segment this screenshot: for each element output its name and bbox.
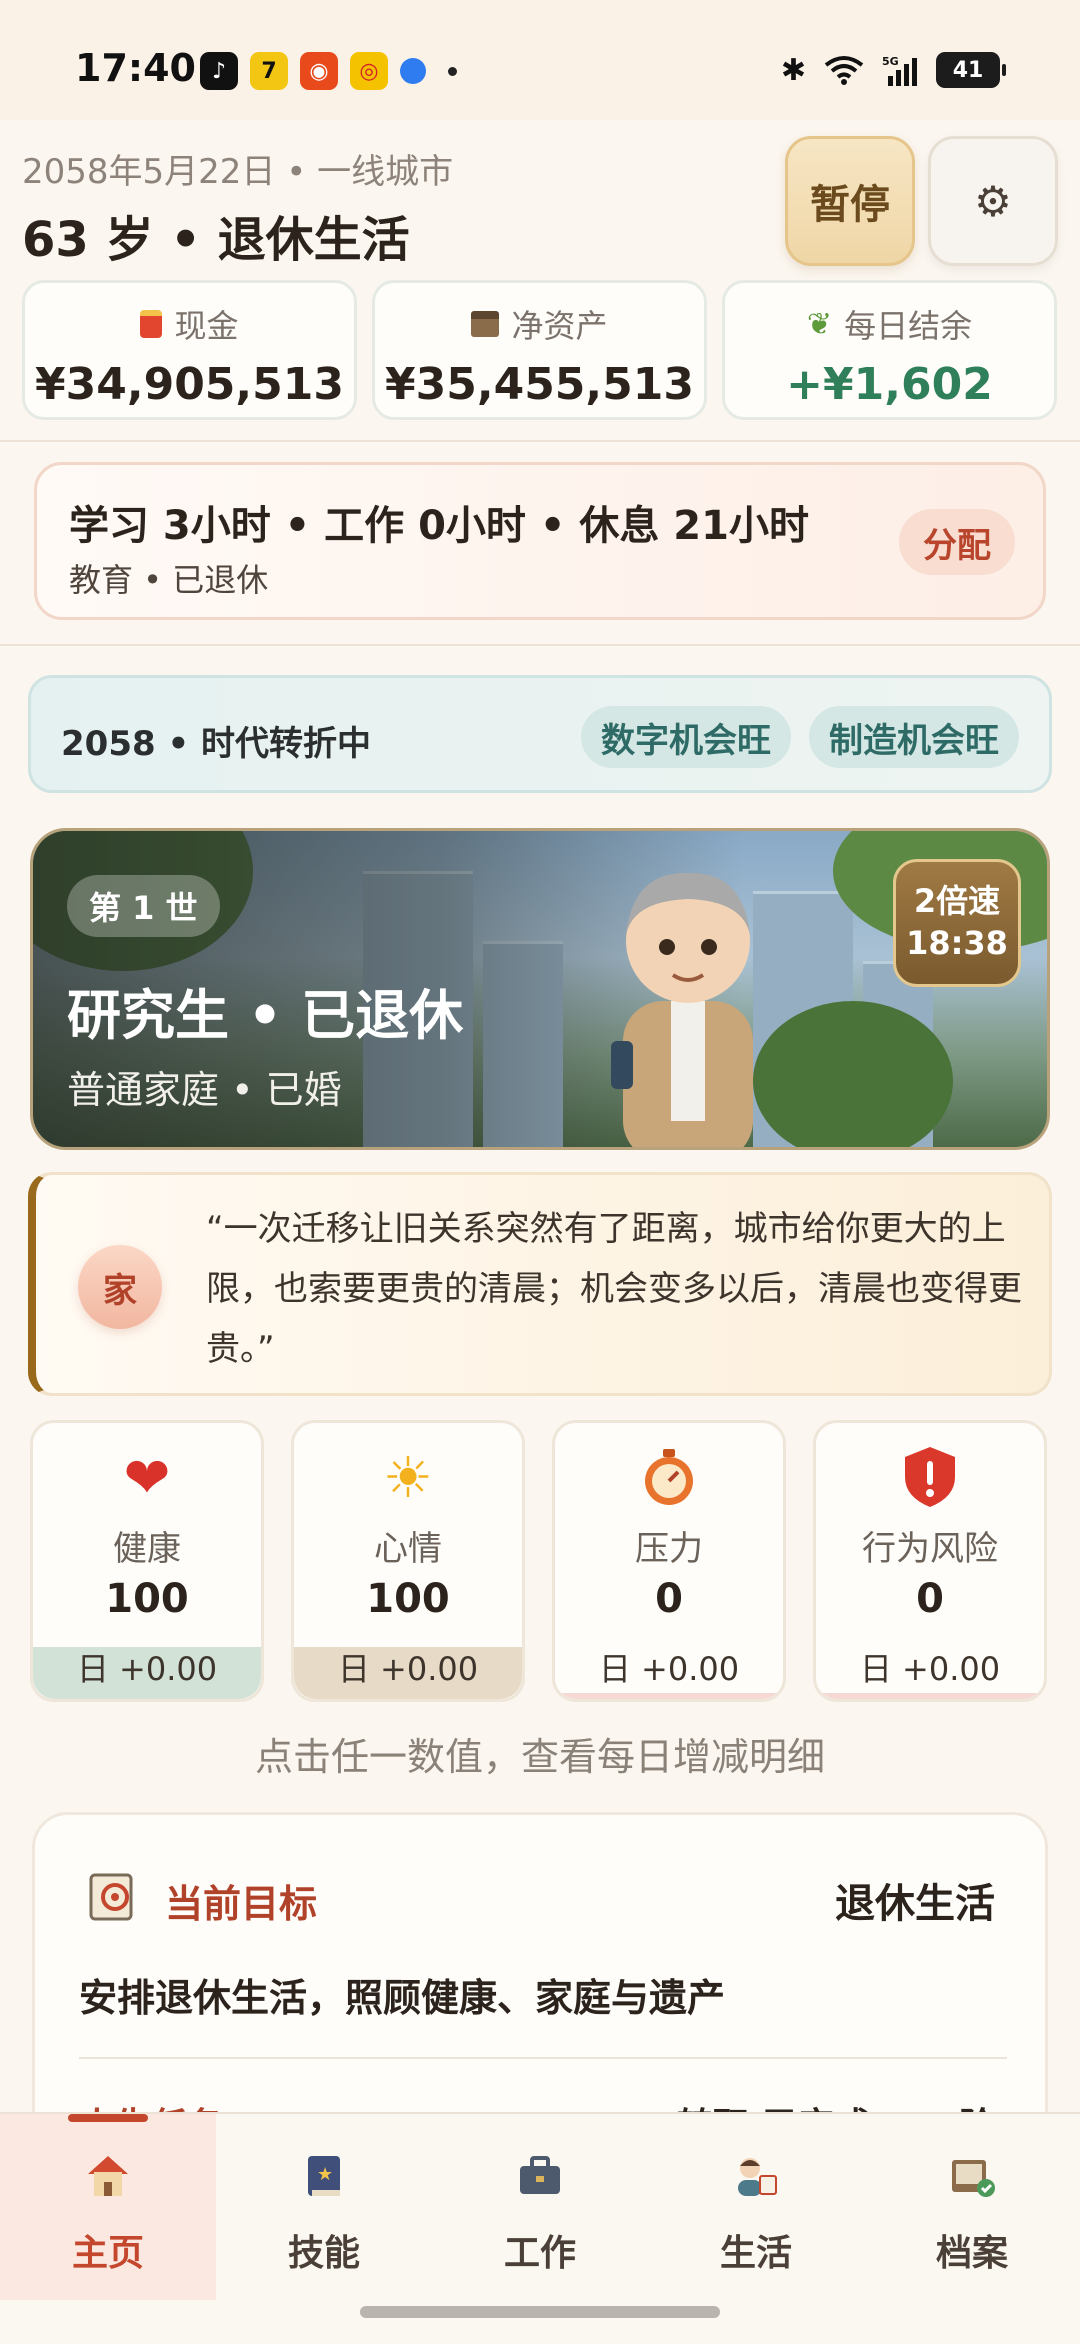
nav-label: 档案 xyxy=(935,2233,1008,2274)
pause-button[interactable]: 暂停 xyxy=(785,136,915,266)
stat-net-worth[interactable]: 净资产 ¥35,455,513 xyxy=(372,280,707,420)
taobao-icon: ◉ xyxy=(300,52,338,90)
book-icon: ★ xyxy=(216,2150,432,2206)
family-badge: 家 xyxy=(78,1245,162,1329)
briefcase-icon xyxy=(432,2150,648,2206)
date-city: 2058年5月22日 • 一线城市 xyxy=(22,152,454,192)
age-stage: 63 岁 • 退休生活 xyxy=(22,212,410,268)
metric-delta: 日 +0.00 xyxy=(33,1647,261,1699)
header: 2058年5月22日 • 一线城市 63 岁 • 退休生活 暂停 ⚙ 现金 ¥3… xyxy=(0,120,1080,440)
metric-health[interactable]: ❤ 健康 100 日 +0.00 xyxy=(30,1420,264,1702)
metric-value: 100 xyxy=(105,1576,189,1622)
nav-work[interactable]: 工作 xyxy=(432,2114,648,2300)
allocation-summary: 学习 3小时 • 工作 0小时 • 休息 21小时 xyxy=(69,503,809,549)
era-tag-digital: 数字机会旺 xyxy=(581,706,791,768)
metric-mood[interactable]: ☀ 心情 100 日 +0.00 xyxy=(291,1420,525,1702)
stat-label: 净资产 xyxy=(511,307,608,345)
house-icon xyxy=(0,2150,216,2206)
hero-subtitle: 普通家庭 • 已婚 xyxy=(67,1068,342,1112)
weibo-icon: ◎ xyxy=(350,52,388,90)
generation-badge: 第 1 世 xyxy=(67,875,220,937)
speed-label: 2倍速 xyxy=(913,882,1001,920)
metric-delta: 日 +0.00 xyxy=(816,1647,1044,1699)
nav-skills[interactable]: ★ 技能 xyxy=(216,2114,432,2300)
nav-label: 工作 xyxy=(503,2233,576,2274)
svg-text:★: ★ xyxy=(317,2164,333,2185)
allocation-subtitle: 教育 • 已退休 xyxy=(69,561,269,599)
nav-archive[interactable]: 档案 xyxy=(864,2114,1080,2300)
stat-cash[interactable]: 现金 ¥34,905,513 xyxy=(22,280,357,420)
goal-description: 安排退休生活，照顾健康、家庭与遗产 xyxy=(79,1976,726,2020)
event-quote-card: 家 “一次迁移让旧关系突然有了距离，城市给你更大的上限，也索要更贵的清晨；机会变… xyxy=(28,1172,1052,1396)
metric-delta: 日 +0.00 xyxy=(294,1647,522,1699)
metric-label: 心情 xyxy=(374,1529,442,1569)
nav-life[interactable]: 生活 xyxy=(648,2114,864,2300)
stat-label: 每日结余 xyxy=(844,307,973,345)
character-banner[interactable]: 第 1 世 研究生 • 已退休 普通家庭 • 已婚 2倍速 18:38 xyxy=(30,828,1050,1150)
metric-label: 行为风险 xyxy=(862,1529,998,1569)
metric-behavior-risk[interactable]: 行为风险 0 日 +0.00 xyxy=(813,1420,1047,1702)
battery-icon: 41 xyxy=(936,52,1006,88)
system-icons: ✱ 5G 41 xyxy=(780,52,1006,88)
target-notebook-icon xyxy=(85,1871,137,1933)
red-envelope-icon xyxy=(140,310,163,338)
notification-icons: ♪ 7 ◉ ◎ xyxy=(200,52,457,90)
settings-button[interactable]: ⚙ xyxy=(928,136,1058,266)
stat-value: ¥35,455,513 xyxy=(385,359,694,410)
stat-value: ¥34,905,513 xyxy=(35,359,344,410)
divider xyxy=(0,440,1080,442)
nav-home[interactable]: 主页 xyxy=(0,2114,216,2300)
browser-icon xyxy=(400,58,426,84)
metrics-hint: 点击任一数值，查看每日增减明细 xyxy=(254,1735,825,1779)
era-text: 2058 • 时代转折中 xyxy=(61,724,372,764)
metric-value: 0 xyxy=(655,1576,683,1622)
status-time: 17:40 xyxy=(75,46,196,90)
divider xyxy=(79,2057,1007,2059)
game-clock: 18:38 xyxy=(906,924,1008,962)
goal-value: 退休生活 xyxy=(835,1881,995,1927)
goal-label: 当前目标 xyxy=(165,1882,318,1926)
gear-icon: ⚙ xyxy=(974,176,1012,226)
era-tag-manufacturing: 制造机会旺 xyxy=(809,706,1019,768)
bluetooth-icon: ✱ xyxy=(780,52,806,88)
archive-icon xyxy=(864,2150,1080,2206)
nav-label: 技能 xyxy=(287,2233,360,2274)
old-man-avatar xyxy=(611,872,753,1147)
tiktok-icon: ♪ xyxy=(200,52,238,90)
metric-label: 健康 xyxy=(113,1529,181,1569)
stat-value: +¥1,602 xyxy=(786,359,993,410)
signal-5g-icon: 5G xyxy=(882,55,917,86)
nav-label: 生活 xyxy=(719,2233,792,2274)
sun-icon: ☀ xyxy=(382,1446,434,1511)
hero-title: 研究生 • 已退休 xyxy=(67,984,464,1047)
metric-label: 压力 xyxy=(635,1529,703,1569)
active-indicator xyxy=(68,2114,148,2122)
more-notifications-dot xyxy=(448,66,457,76)
family-icon xyxy=(648,2150,864,2206)
metric-delta: 日 +0.00 xyxy=(555,1647,783,1699)
time-allocation-card[interactable]: 学习 3小时 • 工作 0小时 • 休息 21小时 教育 • 已退休 分配 xyxy=(34,462,1046,620)
metric-value: 0 xyxy=(916,1576,944,1622)
quote-text: “一次迁移让旧关系突然有了距离，城市给你更大的上限，也索要更贵的清晨；机会变多以… xyxy=(206,1209,1022,1369)
heart-icon: ❤ xyxy=(123,1446,171,1511)
stat-daily-balance[interactable]: ❦ 每日结余 +¥1,602 xyxy=(722,280,1057,420)
bank-icon xyxy=(471,311,500,337)
speed-button[interactable]: 2倍速 18:38 xyxy=(893,859,1021,987)
metric-value: 100 xyxy=(366,1576,450,1622)
shield-warning-icon xyxy=(816,1445,1044,1513)
svg-text:5G: 5G xyxy=(882,55,899,68)
metric-stress[interactable]: 压力 0 日 +0.00 xyxy=(552,1420,786,1702)
allocate-button[interactable]: 分配 xyxy=(899,509,1015,575)
stopwatch-icon xyxy=(555,1445,783,1513)
nav-label: 主页 xyxy=(71,2233,144,2274)
divider xyxy=(0,644,1080,646)
wifi-icon xyxy=(824,56,864,85)
home-indicator[interactable] xyxy=(360,2306,720,2318)
era-card: 2058 • 时代转折中 数字机会旺 制造机会旺 xyxy=(28,675,1052,793)
stat-label: 现金 xyxy=(174,307,239,345)
seven-cats-icon: 7 xyxy=(250,52,288,90)
status-bar: 17:40 ♪ 7 ◉ ◎ ✱ 5G 41 xyxy=(0,0,1080,120)
sprout-icon: ❦ xyxy=(806,306,833,342)
